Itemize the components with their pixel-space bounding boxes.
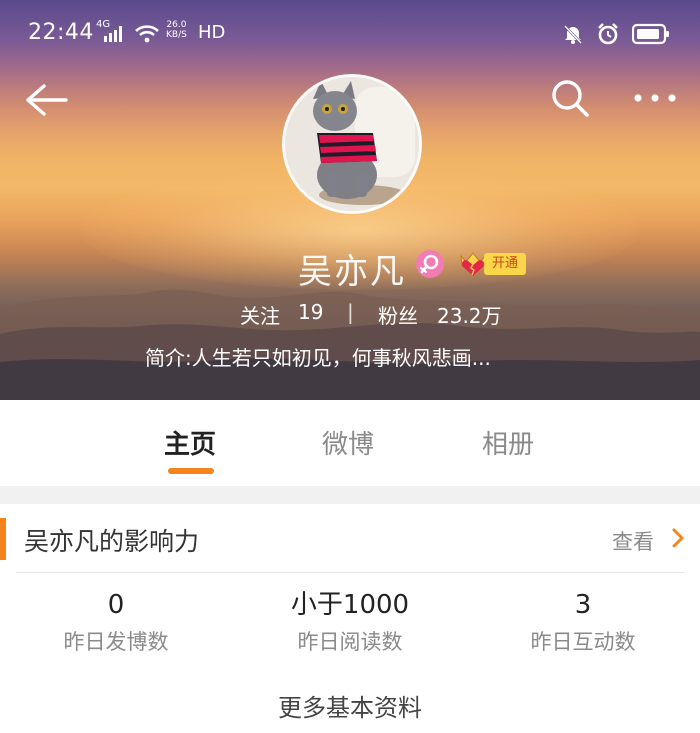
more-info-link[interactable]: 更多基本资料 [0, 688, 700, 723]
profile-banner: 22:44 4G 26.0 KB/S HD 吴亦凡 开通 关注 19 | 粉丝 … [0, 0, 700, 400]
fans-label[interactable]: 粉丝 [378, 300, 418, 329]
speed-value: 26.0 [166, 20, 187, 30]
tab-weibo[interactable]: 微博 [322, 424, 374, 461]
follow-label[interactable]: 关注 [240, 300, 280, 329]
search-icon[interactable] [550, 78, 590, 118]
battery-icon [632, 23, 669, 45]
influence-card: 吴亦凡的影响力 查看 0 昨日发博数 小于1000 昨日阅读数 3 昨日互动数 … [0, 504, 700, 733]
metric-value: 0 [107, 590, 125, 620]
follow-stats: 关注 19 | 粉丝 23.2万 [0, 298, 700, 330]
more-icon[interactable] [632, 86, 678, 110]
profile-name: 吴亦凡 [298, 252, 406, 292]
card-divider [16, 572, 684, 573]
view-button[interactable]: 查看 [612, 526, 654, 556]
chevron-right-icon[interactable] [670, 527, 686, 549]
active-tab-indicator [168, 468, 214, 474]
card-accent-bar [0, 518, 6, 560]
avatar[interactable] [282, 74, 422, 214]
status-bar: 22:44 4G 26.0 KB/S HD [0, 14, 700, 54]
metric-reads-yesterday[interactable]: 小于1000 昨日阅读数 [250, 588, 450, 656]
speed-unit: KB/S [166, 30, 187, 40]
stats-separator: | [347, 300, 354, 324]
fans-count[interactable]: 23.2万 [437, 300, 502, 329]
vip-open-label: 开通 [484, 253, 527, 275]
female-icon [416, 250, 444, 278]
mute-icon [564, 25, 582, 44]
metric-value: 小于1000 [290, 590, 410, 620]
metric-posts-yesterday[interactable]: 0 昨日发博数 [16, 588, 216, 656]
name-row: 吴亦凡 开通 [0, 242, 700, 292]
back-arrow-icon[interactable] [22, 80, 68, 120]
tab-album[interactable]: 相册 [482, 424, 534, 461]
metric-label: 昨日发博数 [63, 630, 169, 654]
alarm-icon [598, 23, 618, 45]
section-divider [0, 486, 700, 504]
status-right-icons [562, 22, 670, 46]
profile-tabs: 主页 微博 相册 [0, 400, 700, 486]
follow-count[interactable]: 19 [298, 300, 323, 324]
status-time: 22:44 [28, 20, 94, 45]
signal-icon [104, 26, 122, 42]
tab-home[interactable]: 主页 [164, 424, 216, 461]
influence-title: 吴亦凡的影响力 [24, 527, 200, 556]
vip-badge[interactable]: 开通 [458, 250, 527, 278]
metric-label: 昨日阅读数 [297, 630, 403, 654]
network-speed: 26.0 KB/S [166, 20, 187, 40]
metric-value: 3 [574, 590, 592, 620]
avatar-cat-image [285, 77, 419, 211]
hd-indicator: HD [198, 22, 226, 43]
profile-bio[interactable]: 简介:人生若只如初见，何事秋风悲画... [145, 342, 491, 371]
metric-label: 昨日互动数 [530, 630, 636, 654]
metric-interactions-yesterday[interactable]: 3 昨日互动数 [483, 588, 683, 656]
wifi-icon [135, 25, 159, 43]
